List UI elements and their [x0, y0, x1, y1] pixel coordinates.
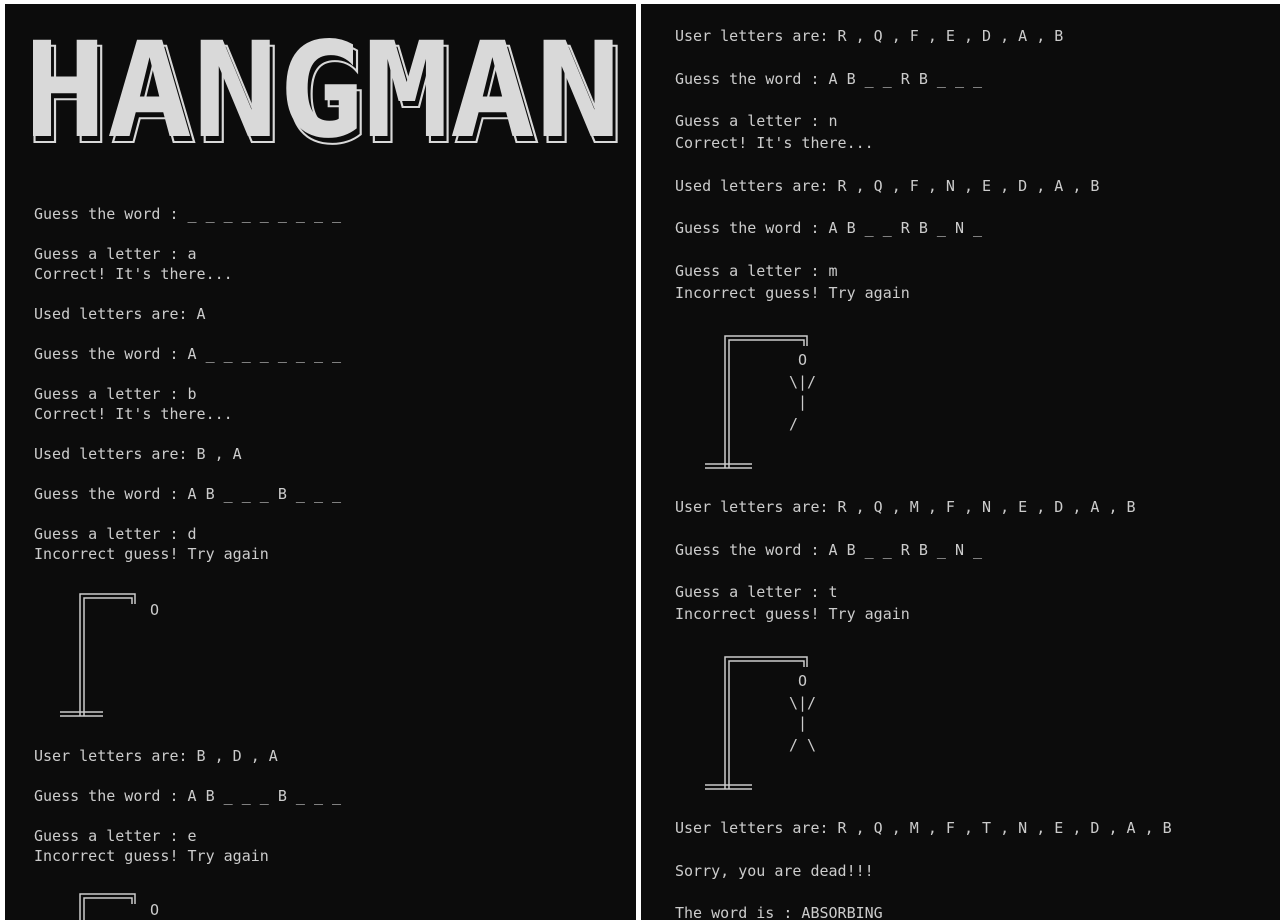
hangman-gallows: O [55, 888, 175, 920]
banner-art: HANGMAN HANGMAN [21, 14, 626, 175]
terminal-line: Guess the word : A B _ _ _ B _ _ _ [34, 787, 342, 805]
terminal-line: Guess the word : A B _ _ R B _ _ _ [675, 70, 983, 88]
hangman-torso: | [798, 714, 808, 732]
terminal-line: User letters are: R , Q , M , F , T , N … [675, 819, 1172, 837]
hangman-legs: / \ [789, 736, 817, 754]
terminal-line: The word is : ABSORBING [675, 904, 883, 920]
hangman-head: O [798, 351, 808, 369]
terminal-line: Guess the word : A B _ _ R B _ N _ [675, 541, 983, 559]
terminal-line: Guess a letter : m [675, 262, 838, 280]
terminal-line: Guess a letter : n [675, 112, 838, 130]
terminal-line: Guess the word : A B _ _ _ B _ _ _ [34, 485, 342, 503]
hangman-torso: | [798, 393, 808, 411]
terminal-line: Correct! It's there... [34, 405, 233, 423]
terminal-line: Guess a letter : d [34, 525, 197, 543]
screen: HANGMAN HANGMAN Guess the word : _ _ _ _… [0, 0, 1280, 920]
hangman-gallows: O \|/ | / \ [700, 651, 820, 793]
terminal-pane-left[interactable]: HANGMAN HANGMAN Guess the word : _ _ _ _… [5, 4, 636, 920]
hangman-head: O [150, 901, 160, 919]
terminal-line: User letters are: R , Q , F , E , D , A … [675, 27, 1064, 45]
terminal-line: Correct! It's there... [675, 134, 874, 152]
terminal-line: User letters are: B , D , A [34, 747, 278, 765]
terminal-line: Incorrect guess! Try again [675, 605, 910, 623]
terminal-line: Incorrect guess! Try again [675, 284, 910, 302]
terminal-line: User letters are: R , Q , M , F , N , E … [675, 498, 1136, 516]
terminal-pane-right[interactable]: User letters are: R , Q , F , E , D , A … [641, 4, 1280, 920]
terminal-line: Guess a letter : b [34, 385, 197, 403]
terminal-line: Guess a letter : e [34, 827, 197, 845]
hangman-head: O [798, 672, 808, 690]
banner-title: HANGMAN [33, 36, 619, 160]
hangman-arms: \|/ [789, 373, 817, 391]
terminal-line: Correct! It's there... [34, 265, 233, 283]
terminal-line: Used letters are: A [34, 305, 206, 323]
hangman-gallows: O [55, 588, 175, 720]
terminal-line: Incorrect guess! Try again [34, 847, 269, 865]
hangman-legs: / [789, 415, 799, 433]
terminal-line: Guess the word : A B _ _ R B _ N _ [675, 219, 983, 237]
hangman-head: O [150, 601, 160, 619]
terminal-line: Incorrect guess! Try again [34, 545, 269, 563]
hangman-ascii-banner: HANGMAN HANGMAN [21, 14, 626, 175]
terminal-line: Used letters are: B , A [34, 445, 242, 463]
terminal-line: Guess a letter : a [34, 245, 197, 263]
terminal-line: Guess the word : A _ _ _ _ _ _ _ _ [34, 345, 342, 363]
terminal-line: Guess the word : _ _ _ _ _ _ _ _ _ [34, 205, 342, 223]
hangman-arms: \|/ [789, 694, 817, 712]
terminal-line: Guess a letter : t [675, 583, 838, 601]
terminal-line: Sorry, you are dead!!! [675, 862, 874, 880]
terminal-line: Used letters are: R , Q , F , N , E , D … [675, 177, 1100, 195]
hangman-gallows: O \|/ | / [700, 330, 820, 472]
